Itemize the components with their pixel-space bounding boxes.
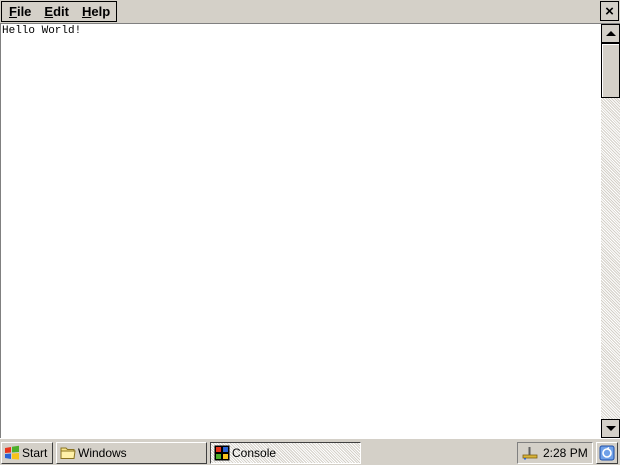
scroll-up-button[interactable] — [601, 24, 620, 43]
console-app-icon — [214, 445, 230, 461]
console-text: Hello World! — [2, 25, 82, 37]
console-label: Console — [232, 446, 277, 460]
scroll-down-button[interactable] — [601, 419, 620, 438]
system-tray: 2:28 PM — [517, 442, 593, 464]
close-icon: × — [605, 2, 614, 20]
folder-icon — [60, 447, 76, 459]
vertical-scrollbar[interactable] — [601, 24, 620, 438]
network-icon[interactable] — [522, 446, 538, 460]
menu-bar: File Edit Help × — [0, 0, 620, 24]
windows-flag-icon — [5, 445, 19, 460]
windows-label: Windows — [78, 446, 127, 460]
show-desktop-icon — [599, 445, 615, 461]
menu-file-mnemonic: F — [9, 4, 17, 19]
menu-edit[interactable]: Edit — [37, 2, 75, 21]
arrow-up-icon — [605, 31, 616, 36]
taskbar-windows-button[interactable]: Windows — [56, 442, 207, 464]
screen: File Edit Help × Hello World! Start Wind… — [0, 0, 620, 465]
menu-file-rest: ile — [16, 4, 32, 19]
taskbar: Start Windows Console 2:28 PM — [0, 438, 620, 465]
scroll-thumb[interactable] — [601, 43, 620, 98]
clock[interactable]: 2:28 PM — [543, 446, 588, 460]
menu-group: File Edit Help — [1, 1, 117, 22]
menu-edit-rest: dit — [53, 4, 69, 19]
arrow-down-icon — [605, 426, 616, 431]
start-label: Start — [22, 446, 48, 460]
menu-help-mnemonic: H — [81, 4, 92, 19]
taskbar-console-button[interactable]: Console — [210, 442, 361, 464]
menu-help-rest: elp — [91, 4, 111, 19]
start-button[interactable]: Start — [1, 442, 53, 464]
menu-file[interactable]: File — [2, 2, 37, 21]
menu-edit-mnemonic: E — [44, 4, 54, 19]
close-button[interactable]: × — [600, 1, 619, 21]
console-output-area[interactable]: Hello World! — [0, 24, 601, 438]
show-desktop-button[interactable] — [596, 442, 618, 464]
menu-help[interactable]: Help — [75, 2, 116, 21]
